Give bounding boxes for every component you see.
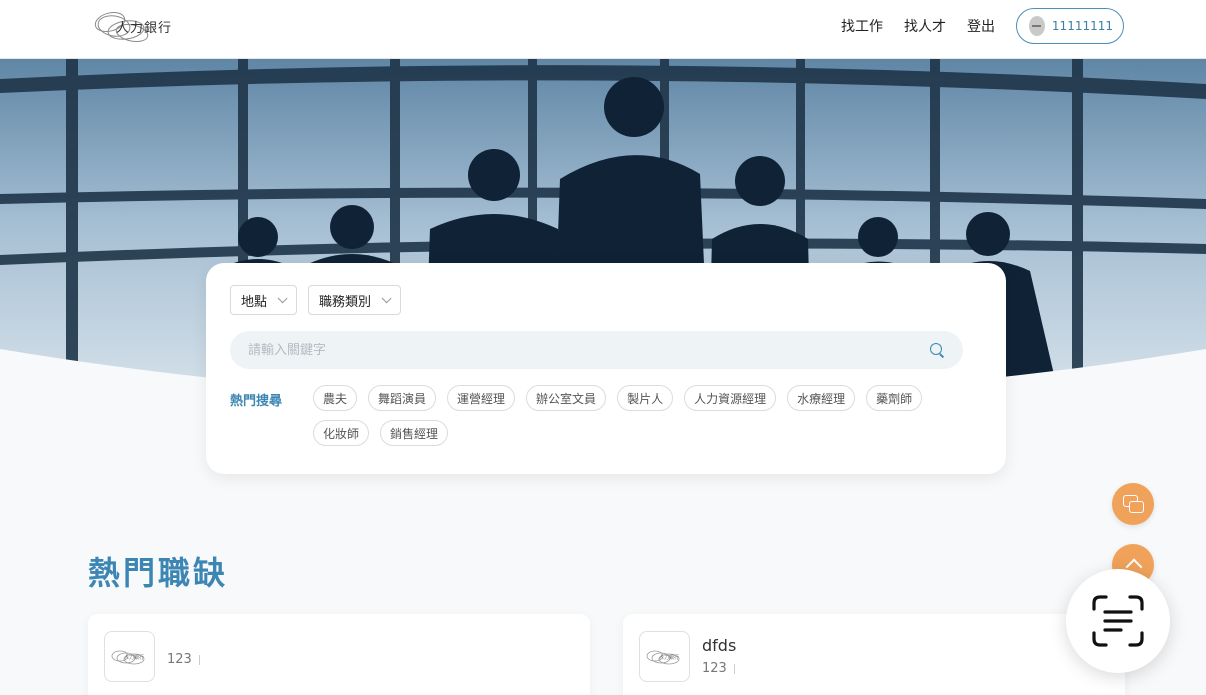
company-logo-text: 人力銀行 bbox=[659, 654, 679, 661]
hot-tag[interactable]: 化妝師 bbox=[313, 420, 370, 446]
hot-tag[interactable]: 製片人 bbox=[617, 385, 674, 411]
logo-text: 人力銀行 bbox=[116, 21, 173, 36]
company-logo-text: 人力銀行 bbox=[124, 654, 144, 661]
search-input[interactable] bbox=[248, 342, 929, 358]
company-logo: 人力銀行 bbox=[639, 631, 690, 682]
nav-logout[interactable]: 登出 bbox=[967, 16, 995, 36]
hot-tag[interactable]: 運營經理 bbox=[447, 385, 516, 411]
job-card[interactable]: 人力銀行 123 bbox=[88, 614, 590, 695]
hot-tag[interactable]: 水療經理 bbox=[787, 385, 856, 411]
logo-mark: 人力銀行 bbox=[111, 650, 144, 664]
logo-mark: 人力銀行 bbox=[646, 650, 679, 664]
hot-tag[interactable]: 人力資源經理 bbox=[684, 385, 777, 411]
avatar bbox=[1029, 16, 1045, 36]
hot-search-tags: 農夫 舞蹈演員 運營經理 辦公室文員 製片人 人力資源經理 水療經理 藥劑師 化… bbox=[313, 385, 983, 446]
hot-tag[interactable]: 舞蹈演員 bbox=[368, 385, 437, 411]
hot-tag[interactable]: 農夫 bbox=[313, 385, 358, 411]
scan-text-icon bbox=[1092, 595, 1144, 647]
job-company: 123 bbox=[167, 652, 200, 667]
search-icon[interactable] bbox=[929, 342, 945, 358]
chat-icon bbox=[1123, 495, 1144, 513]
main-nav: 找工作 找人才 登出 11111111 bbox=[841, 8, 1124, 44]
hot-tag[interactable]: 銷售經理 bbox=[380, 420, 449, 446]
search-card: 地點 職務類別 熱門搜尋 農夫 舞蹈演員 運營經理 辦公室文員 製片人 人力資源… bbox=[206, 263, 1006, 474]
category-select[interactable]: 職務類別 bbox=[308, 285, 401, 315]
job-title: dfds bbox=[702, 636, 737, 655]
job-card[interactable]: 人力銀行 dfds 123 bbox=[623, 614, 1125, 695]
location-select-label: 地點 bbox=[241, 294, 268, 310]
scan-text-button[interactable] bbox=[1066, 569, 1170, 673]
location-select[interactable]: 地點 bbox=[230, 285, 297, 315]
site-header: 人力銀行 找工作 找人才 登出 11111111 bbox=[0, 0, 1206, 59]
chevron-down-icon bbox=[381, 292, 392, 303]
category-select-label: 職務類別 bbox=[319, 294, 372, 310]
hot-tag[interactable]: 藥劑師 bbox=[866, 385, 923, 411]
nav-find-talent[interactable]: 找人才 bbox=[904, 16, 946, 36]
site-logo[interactable]: 人力銀行 bbox=[92, 8, 202, 44]
nav-find-job[interactable]: 找工作 bbox=[841, 16, 883, 36]
search-bar bbox=[230, 331, 963, 369]
chat-button[interactable] bbox=[1112, 483, 1154, 525]
user-menu-button[interactable]: 11111111 bbox=[1016, 8, 1124, 44]
company-logo: 人力銀行 bbox=[104, 631, 155, 682]
job-company: 123 bbox=[702, 661, 735, 676]
chevron-down-icon bbox=[277, 292, 288, 303]
hot-tag[interactable]: 辦公室文員 bbox=[526, 385, 607, 411]
hot-search-label: 熱門搜尋 bbox=[230, 394, 283, 409]
user-name: 11111111 bbox=[1051, 19, 1113, 33]
section-title: 熱門職缺 bbox=[88, 554, 229, 592]
